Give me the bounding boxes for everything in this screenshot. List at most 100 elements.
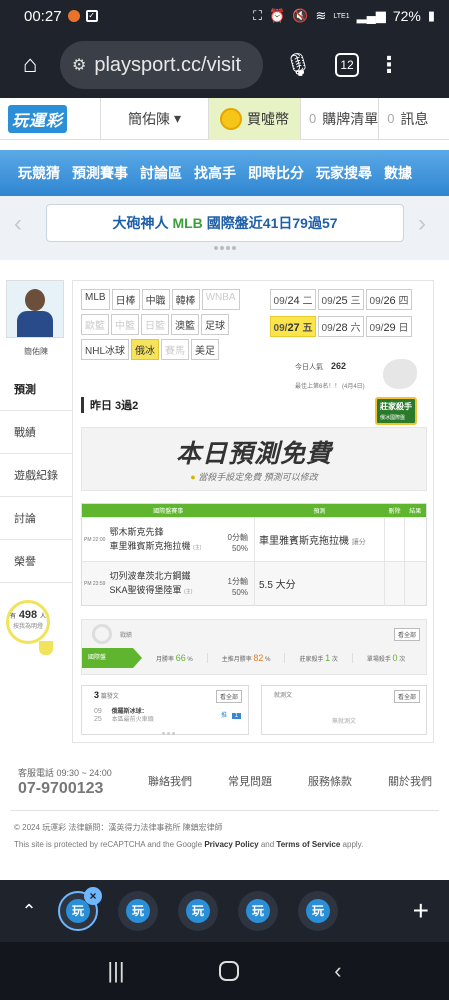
close-tab-icon[interactable]: × bbox=[84, 887, 102, 905]
sidemenu-item-predict[interactable]: 預測 bbox=[0, 368, 72, 411]
messages-count: 0 bbox=[387, 111, 395, 126]
date-tab[interactable]: 09/27 五 bbox=[270, 316, 316, 337]
sidemenu-item-honor[interactable]: 榮譽 bbox=[0, 540, 72, 583]
tab-thumbnail[interactable]: 玩 bbox=[238, 891, 278, 931]
avatar[interactable] bbox=[6, 280, 64, 338]
delete-cell[interactable] bbox=[384, 517, 405, 562]
banner-prev-icon[interactable]: ‹ bbox=[14, 210, 22, 238]
posts-pager bbox=[162, 732, 175, 735]
buy-coins-button[interactable]: 買噓幣 bbox=[208, 97, 300, 140]
app-notification-icon bbox=[67, 10, 80, 22]
terms-link[interactable]: Terms of Service bbox=[276, 840, 340, 849]
sidemenu-item-record[interactable]: 戰績 bbox=[0, 411, 72, 454]
nav-item[interactable]: 玩競猜 bbox=[12, 163, 66, 183]
battery-icon: ▮ bbox=[427, 8, 435, 23]
date-tab[interactable]: 09/24 二 bbox=[270, 289, 316, 310]
league-filter: MLB 日棒 中職 韓棒 WNBA 歐籃 中籃 日籃 澳籃 足球 NHL冰球 俄… bbox=[81, 289, 261, 360]
nav-item[interactable]: 預測賽事 bbox=[66, 163, 134, 183]
league-tab[interactable]: 美足 bbox=[191, 339, 220, 360]
free-prediction-box: 本日預測免費 ● 當殺手設定免費 預測可以修改 bbox=[81, 427, 427, 491]
date-tab[interactable]: 09/25 三 bbox=[318, 289, 364, 310]
address-bar[interactable]: ⚙ playsport.cc/visit bbox=[60, 41, 263, 89]
url-text[interactable]: playsport.cc/visit bbox=[94, 54, 241, 77]
posts-count: 3 bbox=[94, 690, 100, 700]
banner-next-icon[interactable]: › bbox=[418, 210, 426, 238]
stats-more-button[interactable]: 看全部 bbox=[393, 628, 420, 641]
date-tab[interactable]: 09/28 六 bbox=[318, 316, 364, 337]
banner-text-tail: 國際盤近41日79過57 bbox=[206, 215, 338, 231]
new-tab-icon[interactable]: + bbox=[413, 895, 429, 927]
user-dropdown[interactable]: 簡佑陳 ▾ bbox=[100, 97, 208, 140]
footer-link-contact[interactable]: 聯絡我們 bbox=[148, 773, 192, 789]
league-tab: 日籃 bbox=[141, 314, 169, 335]
featured-winrate: 主推月勝率 82 % bbox=[208, 653, 286, 663]
tab-switcher-button[interactable]: 12 bbox=[335, 53, 359, 77]
lock-icon: ⛶ bbox=[252, 8, 263, 23]
banner-highlight: MLB bbox=[172, 215, 203, 231]
service-phone[interactable]: 07-9700123 bbox=[18, 780, 103, 798]
posts-more-button[interactable]: 看全部 bbox=[215, 690, 242, 703]
footer-link-faq[interactable]: 常見問題 bbox=[228, 773, 272, 789]
lightbulb-counter[interactable]: 有 498 人 按我為明燈 bbox=[6, 600, 53, 655]
home-icon[interactable]: ⌂ bbox=[0, 51, 60, 79]
cart-link[interactable]: 0 購牌清單 bbox=[300, 97, 378, 140]
away-team: SKA聖彼得堡陸軍 bbox=[109, 584, 182, 595]
line-2: 50% bbox=[231, 588, 248, 597]
wifi-icon: ≋ bbox=[315, 8, 327, 23]
info-icon: ● bbox=[190, 472, 196, 482]
tab-thumbnail[interactable]: 玩 bbox=[178, 891, 218, 931]
sidemenu-item-history[interactable]: 遊戲紀錄 bbox=[0, 454, 72, 497]
overflow-menu-icon[interactable]: ⋮ bbox=[359, 52, 419, 78]
nav-item[interactable]: 即時比分 bbox=[242, 163, 310, 183]
test-more-button[interactable]: 看全部 bbox=[393, 690, 420, 703]
sidemenu-item-discuss[interactable]: 討論 bbox=[0, 497, 72, 540]
league-tab[interactable]: 日棒 bbox=[111, 289, 140, 310]
league-tab[interactable]: 俄冰 bbox=[131, 339, 160, 360]
prediction-pick[interactable]: 車里雅賓斯克拖拉機 讓分 bbox=[254, 517, 385, 562]
date-tab[interactable]: 09/26 四 bbox=[366, 289, 412, 310]
recents-icon[interactable]: ||| bbox=[107, 958, 124, 984]
free-sub: 當殺手設定免費 預測可以修改 bbox=[198, 472, 318, 482]
footer-link-about[interactable]: 關於我們 bbox=[388, 773, 432, 789]
nav-item[interactable]: 找高手 bbox=[188, 163, 242, 183]
league-tab[interactable]: 澳籃 bbox=[171, 314, 199, 335]
privacy-policy-link[interactable]: Privacy Policy bbox=[204, 840, 258, 849]
popularity: 今日人氣 262 bbox=[295, 361, 346, 372]
microphone-icon[interactable]: 🎙 bbox=[263, 52, 333, 78]
caret-down-icon: ▾ bbox=[173, 110, 182, 126]
nav-item[interactable]: 討論區 bbox=[134, 163, 188, 183]
site-logo[interactable]: 玩運彩 bbox=[0, 98, 100, 140]
home-button-icon[interactable] bbox=[219, 961, 240, 981]
prediction-pick[interactable]: 5.5 大分 bbox=[254, 561, 385, 606]
prediction-table: 國際盤賽事 預測 刪除 結果 PM 22:00 鄂木斯克先鋒 車里雅賓斯克拖拉機… bbox=[81, 503, 427, 606]
nav-item[interactable]: 數據 bbox=[378, 163, 418, 183]
league-tab[interactable]: MLB bbox=[81, 289, 110, 310]
league-tab[interactable]: NHL冰球 bbox=[81, 339, 130, 360]
tab-thumbnail-active[interactable]: 玩 × bbox=[58, 887, 102, 931]
badge-label: 莊家殺手 bbox=[380, 402, 412, 411]
counter-text: 按我為明燈 bbox=[12, 624, 43, 630]
yesterday-result: 昨日 3過2 bbox=[81, 397, 138, 413]
footer-link-terms[interactable]: 服務條款 bbox=[308, 773, 352, 789]
stats-title: 戰績 bbox=[120, 633, 133, 639]
date-tab[interactable]: 09/29 日 bbox=[366, 316, 412, 337]
tab-thumbnail[interactable]: 玩 bbox=[118, 891, 158, 931]
nav-item[interactable]: 玩家搜尋 bbox=[310, 163, 378, 183]
site-footer: 客服電話 09:30 ~ 24:00 07-9700123 聯絡我們 常見問題 … bbox=[0, 758, 449, 878]
tab-thumbnail[interactable]: 玩 bbox=[298, 891, 338, 931]
league-tab: 中籃 bbox=[111, 314, 139, 335]
chevron-up-icon[interactable]: ⌃ bbox=[0, 901, 58, 922]
back-icon[interactable]: ‹ bbox=[334, 958, 341, 984]
site-settings-icon[interactable]: ⚙ bbox=[72, 55, 86, 75]
stats-tab[interactable]: 國際盤 bbox=[82, 648, 142, 668]
league-tab[interactable]: 韓棒 bbox=[171, 289, 200, 310]
league-tab[interactable]: 中職 bbox=[141, 289, 170, 310]
profile-card: 簡佑陳 bbox=[6, 280, 66, 357]
coin-icon bbox=[220, 107, 242, 130]
banner-message[interactable]: 大砲神人 MLB 國際盤近41日79過57 bbox=[46, 204, 404, 242]
line-1: 1分輸 bbox=[227, 577, 248, 586]
footer-divider bbox=[10, 810, 439, 811]
delete-cell[interactable] bbox=[384, 561, 405, 606]
messages-link[interactable]: 0 訊息 bbox=[378, 97, 434, 140]
league-tab[interactable]: 足球 bbox=[201, 314, 229, 335]
